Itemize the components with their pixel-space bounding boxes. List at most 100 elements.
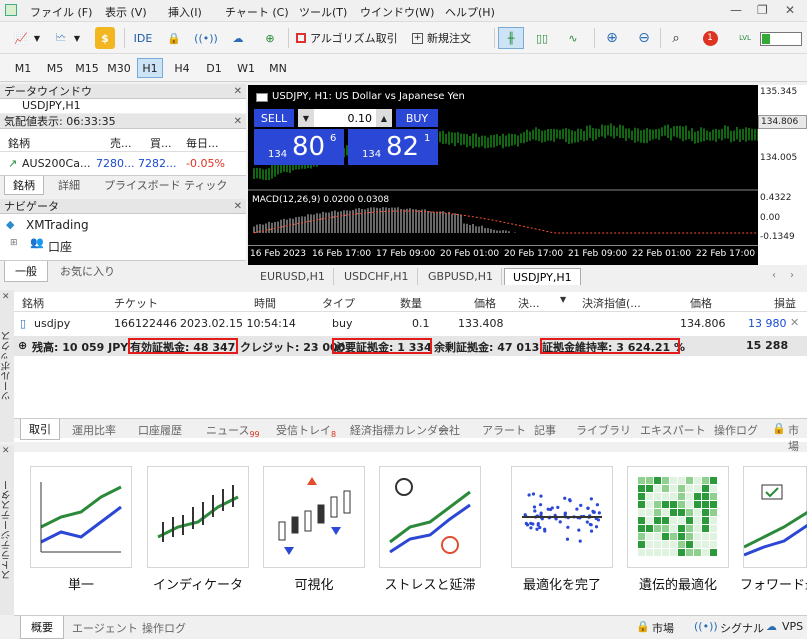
close-icon[interactable]: ✕ — [2, 446, 10, 456]
tab-price-board[interactable]: プライスボード — [104, 177, 181, 193]
minimize-icon[interactable]: — — [730, 3, 742, 17]
tf-h4[interactable]: H4 — [169, 58, 195, 78]
col-ticket[interactable]: チケット — [114, 295, 158, 311]
tab-agents[interactable]: エージェント — [72, 620, 138, 636]
sell-button[interactable]: SELL — [254, 109, 294, 127]
scroll-right-icon[interactable]: › — [790, 270, 794, 281]
tab-journal[interactable]: 操作ログ — [714, 422, 758, 438]
tf-m5[interactable]: M5 — [42, 58, 68, 78]
menu-view[interactable]: 表示 (V) — [105, 4, 147, 20]
tab-company[interactable]: 会社 — [438, 422, 460, 438]
tab-overview[interactable]: 概要 — [20, 616, 64, 639]
tab-calendar[interactable]: 経済指標カレンダー — [350, 422, 449, 438]
market-row-symbol[interactable]: AUS200Ca... — [22, 157, 90, 170]
col-daily[interactable]: 毎日... — [186, 135, 219, 151]
tab-tester-journal[interactable]: 操作ログ — [142, 620, 186, 636]
chart-tab-gbpusd[interactable]: GBPUSD,H1 — [420, 268, 502, 285]
navigator-accounts[interactable]: 口座 — [48, 238, 72, 255]
bar-chart-icon[interactable]: ╫ — [498, 27, 524, 49]
level-icon[interactable]: LVL — [734, 27, 756, 49]
tab-exposure[interactable]: 運用比率 — [72, 422, 116, 438]
line-chart-icon[interactable]: ∿ — [563, 27, 583, 49]
col-sl[interactable]: 決... — [518, 295, 540, 311]
globe-icon[interactable]: ⊕ — [260, 27, 280, 49]
status-signal[interactable]: シグナル — [720, 620, 764, 636]
status-vps[interactable]: VPS — [782, 620, 803, 633]
tab-experts[interactable]: エキスパート — [640, 422, 706, 438]
tab-news[interactable]: ニュース99 — [206, 422, 260, 439]
notifications-icon[interactable]: 1 — [698, 27, 722, 49]
col-volume[interactable]: 数量 — [400, 295, 422, 311]
col-symbol[interactable]: 銘柄 — [8, 135, 30, 151]
tab-articles[interactable]: 記事 — [534, 422, 556, 438]
tf-d1[interactable]: D1 — [201, 58, 227, 78]
col-tp[interactable]: 決済指値(... — [582, 295, 641, 311]
card-genetic-opt[interactable] — [627, 466, 729, 568]
navigator-broker[interactable]: XMTrading — [26, 218, 89, 232]
tab-favorites[interactable]: お気に入り — [60, 263, 115, 279]
tf-m1[interactable]: M1 — [10, 58, 36, 78]
tab-market[interactable]: 市場 — [788, 422, 807, 454]
table-row[interactable]: ▯ usdjpy 166122446 2023.02.15 10:54:14 b… — [14, 314, 807, 334]
tab-trade[interactable]: 取引 — [20, 419, 60, 440]
algo-trading-button[interactable]: アルゴリズム取引 — [296, 27, 404, 49]
col-symbol[interactable]: 銘柄 — [22, 295, 44, 311]
ide-button[interactable]: IDE — [130, 27, 156, 49]
menu-window[interactable]: ウインドウ(W) — [360, 4, 434, 20]
menu-insert[interactable]: 挿入(I) — [168, 4, 202, 20]
tab-common[interactable]: 一般 — [4, 261, 48, 282]
cloud-icon[interactable]: ☁ — [228, 27, 248, 49]
menu-chart[interactable]: チャート (C) — [225, 4, 289, 20]
zoom-in-icon[interactable]: ⊕ — [602, 27, 622, 49]
tf-mn[interactable]: MN — [265, 58, 291, 78]
restore-icon[interactable]: ❐ — [757, 3, 768, 17]
new-order-button[interactable]: + 新規注文 — [412, 27, 490, 49]
tab-library[interactable]: ライブラリ — [576, 422, 631, 438]
col-ask[interactable]: 買... — [150, 135, 172, 151]
card-indicator[interactable] — [147, 466, 249, 568]
col-type[interactable]: タイプ — [322, 295, 355, 311]
tab-history[interactable]: 口座履歴 — [138, 422, 182, 438]
zoom-out-icon[interactable]: ⊖ — [634, 27, 654, 49]
search-icon[interactable]: ⌕ — [666, 27, 686, 49]
scroll-left-icon[interactable]: ‹ — [772, 270, 776, 281]
sell-price-box[interactable]: 134 80 6 — [254, 129, 344, 165]
card-forward[interactable] — [743, 466, 807, 568]
volume-down-icon[interactable]: ▼ — [298, 109, 314, 127]
bag-icon[interactable]: 🔒 — [164, 27, 184, 49]
chart-tab-usdchf[interactable]: USDCHF,H1 — [336, 268, 418, 285]
chart-tab-usdjpy[interactable]: USDJPY,H1 — [504, 268, 581, 285]
col-price[interactable]: 価格 — [474, 295, 496, 311]
close-icon[interactable]: ✕ — [785, 3, 795, 17]
tf-w1[interactable]: W1 — [233, 58, 259, 78]
tf-h1[interactable]: H1 — [137, 58, 163, 78]
close-icon[interactable]: ✕ — [2, 292, 10, 302]
tf-m15[interactable]: M15 — [74, 58, 100, 78]
chevron-down-icon[interactable]: ▼ — [72, 27, 82, 49]
status-market[interactable]: 市場 — [652, 620, 674, 636]
tab-mailbox[interactable]: 受信トレイ8 — [276, 422, 336, 439]
card-single[interactable] — [30, 466, 132, 568]
expand-icon[interactable]: ⊞ — [10, 238, 18, 248]
template-icon[interactable]: 🗠 — [50, 27, 72, 49]
chart-window[interactable]: USDJPY, H1: US Dollar vs Japanese Yen SE… — [248, 85, 758, 265]
dollar-icon[interactable]: $ — [95, 27, 115, 49]
tf-m30[interactable]: M30 — [106, 58, 132, 78]
close-position-icon[interactable]: ✕ — [790, 316, 799, 329]
sort-down-icon[interactable]: ▼ — [560, 295, 566, 304]
card-complete-opt[interactable] — [511, 466, 613, 568]
col-profit[interactable]: 損益 — [774, 295, 796, 311]
tab-symbols[interactable]: 銘柄 — [4, 176, 44, 195]
close-icon[interactable]: ✕ — [234, 114, 242, 129]
buy-price-box[interactable]: 134 82 1 — [348, 129, 438, 165]
card-stress[interactable] — [379, 466, 481, 568]
chevron-down-icon[interactable]: ▼ — [32, 27, 42, 49]
tab-alerts[interactable]: アラート — [482, 422, 526, 438]
col-time[interactable]: 時間 — [254, 295, 276, 311]
col-bid[interactable]: 売... — [110, 135, 132, 151]
volume-input[interactable]: 0.10 — [314, 109, 376, 127]
card-visual[interactable] — [263, 466, 365, 568]
tab-ticks[interactable]: ティック — [184, 177, 227, 193]
volume-up-icon[interactable]: ▲ — [376, 109, 392, 127]
buy-button[interactable]: BUY — [396, 109, 438, 127]
